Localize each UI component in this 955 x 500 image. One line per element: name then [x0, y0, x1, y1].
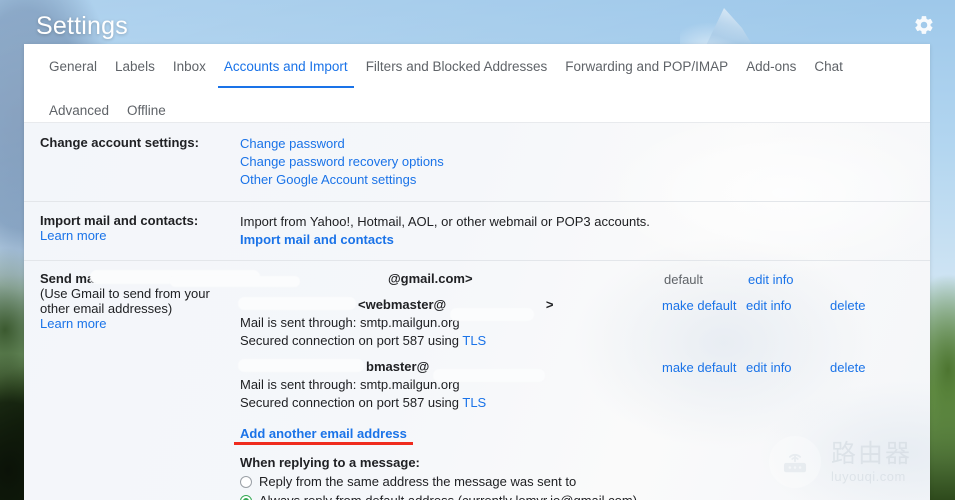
- label-import-mail-and-contacts: Import mail and contacts:: [40, 213, 199, 228]
- tab-labels[interactable]: Labels: [106, 44, 164, 88]
- link-import-mail-and-contacts-action[interactable]: Import mail and contacts: [240, 232, 394, 247]
- section-label-import: Import mail and contacts: Learn more: [40, 213, 240, 249]
- tab-general[interactable]: General: [40, 44, 106, 88]
- redaction-smudge: [170, 276, 300, 287]
- link-edit-info[interactable]: edit info: [746, 298, 830, 350]
- section-label-change-account: Change account settings:: [40, 135, 240, 189]
- when-replying-group: When replying to a message: Reply from t…: [240, 453, 914, 500]
- send-mail-as-note-line1: (Use Gmail to send from your: [40, 286, 210, 301]
- reply-option-same-address-row[interactable]: Reply from the same address the message …: [240, 472, 914, 491]
- gear-icon[interactable]: [913, 14, 935, 36]
- section-change-account-settings: Change account settings: Change password…: [24, 123, 930, 201]
- link-delete[interactable]: delete: [830, 298, 914, 350]
- settings-tab-bar: General Labels Inbox Accounts and Import…: [24, 44, 930, 153]
- redaction-smudge: [238, 359, 364, 372]
- send-mail-as-actions: default edit info: [664, 271, 914, 288]
- redaction-smudge: [238, 297, 356, 310]
- tab-inbox[interactable]: Inbox: [164, 44, 215, 88]
- send-mail-as-row: @gmail.com> default edit info: [90, 270, 914, 288]
- link-other-google-account-settings[interactable]: Other Google Account settings: [240, 172, 416, 187]
- tab-add-ons[interactable]: Add-ons: [737, 44, 805, 88]
- send-mail-as-address-block: @gmail.com>: [90, 270, 664, 288]
- section-content-import: Import from Yahoo!, Hotmail, AOL, or oth…: [240, 213, 914, 249]
- send-mail-as-actions: make default edit info delete: [662, 297, 914, 350]
- label-change-account-settings: Change account settings:: [40, 135, 199, 150]
- link-tls[interactable]: TLS: [462, 333, 486, 348]
- label-when-replying-to-a-message: When replying to a message:: [240, 455, 420, 470]
- link-change-password-recovery-options[interactable]: Change password recovery options: [240, 154, 444, 169]
- tab-filters-and-blocked-addresses[interactable]: Filters and Blocked Addresses: [357, 44, 557, 88]
- reply-option-default-address-row[interactable]: Always reply from default address (curre…: [240, 491, 914, 500]
- reply-option-default-address-label: Always reply from default address (curre…: [259, 491, 637, 500]
- link-edit-info[interactable]: edit info: [746, 360, 830, 412]
- tab-chat[interactable]: Chat: [805, 44, 852, 88]
- link-send-mail-as-learn-more[interactable]: Learn more: [40, 316, 106, 331]
- section-import-mail-and-contacts: Import mail and contacts: Learn more Imp…: [24, 201, 930, 260]
- section-content-send-mail-as: @gmail.com> default edit info <webmaster…: [90, 270, 914, 500]
- send-mail-as-actions: make default edit info delete: [662, 359, 914, 412]
- section-content-change-account: Change password Change password recovery…: [240, 135, 914, 189]
- send-mail-as-address: bmaster@: [238, 359, 662, 382]
- badge-default: default: [664, 272, 704, 287]
- settings-card: General Labels Inbox Accounts and Import…: [24, 44, 930, 500]
- send-mail-as-address-block: bmaster@ Mail is sent through: smtp.mail…: [238, 359, 662, 412]
- add-another-email-address-wrapper: Add another email address: [234, 426, 914, 445]
- import-description: Import from Yahoo!, Hotmail, AOL, or oth…: [240, 214, 650, 229]
- redaction-smudge: [449, 308, 534, 321]
- send-mail-as-row: <webmaster@ > Mail is sent through: smtp…: [238, 297, 914, 350]
- link-import-learn-more[interactable]: Learn more: [40, 228, 106, 243]
- tab-forwarding-and-pop-imap[interactable]: Forwarding and POP/IMAP: [556, 44, 737, 88]
- tab-accounts-and-import[interactable]: Accounts and Import: [215, 44, 357, 88]
- send-mail-as-security-info: Secured connection on port 587 using TLS: [240, 333, 487, 348]
- section-label-send-mail-as: Send mail as: (Use Gmail to send from yo…: [40, 271, 240, 500]
- link-edit-info[interactable]: edit info: [748, 272, 832, 288]
- link-make-default[interactable]: make default: [662, 360, 746, 412]
- section-send-mail-as: Send mail as: (Use Gmail to send from yo…: [24, 260, 930, 500]
- send-mail-as-row: bmaster@ Mail is sent through: smtp.mail…: [238, 359, 914, 412]
- add-another-email-address-group: Add another email address: [234, 426, 413, 445]
- page-title: Settings: [36, 12, 128, 40]
- radio-reply-default-address[interactable]: [240, 494, 252, 500]
- link-add-another-email-address[interactable]: Add another email address: [240, 426, 407, 441]
- send-mail-as-address-block: <webmaster@ > Mail is sent through: smtp…: [238, 297, 662, 350]
- radio-reply-same-address[interactable]: [240, 475, 252, 488]
- send-mail-as-security-info: Secured connection on port 587 using TLS: [240, 395, 487, 410]
- title-bar: Settings: [0, 0, 955, 48]
- redaction-smudge: [432, 369, 545, 382]
- send-mail-as-note-line2: other email addresses): [40, 301, 173, 316]
- link-change-password[interactable]: Change password: [240, 136, 345, 151]
- tab-row-primary: General Labels Inbox Accounts and Import…: [40, 44, 914, 132]
- link-make-default[interactable]: make default: [662, 298, 746, 350]
- reply-option-same-address-label: Reply from the same address the message …: [259, 474, 577, 489]
- link-tls[interactable]: TLS: [462, 395, 486, 410]
- settings-content: Change account settings: Change password…: [24, 123, 930, 500]
- send-mail-as-address: @gmail.com>: [90, 270, 664, 288]
- link-delete[interactable]: delete: [830, 360, 914, 412]
- annotation-red-underline: [234, 442, 413, 445]
- send-mail-as-address: <webmaster@ >: [238, 297, 662, 321]
